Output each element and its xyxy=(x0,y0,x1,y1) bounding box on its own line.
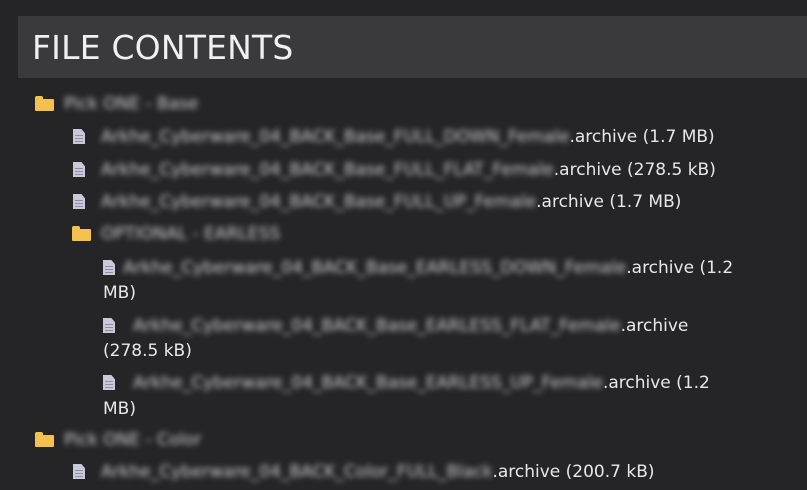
folder-label: OPTIONAL - EARLESS xyxy=(101,224,281,244)
file-icon xyxy=(73,129,85,144)
tree-folder-row[interactable]: Pick ONE - Base xyxy=(35,92,198,116)
file-size: (278.5 kB) xyxy=(627,160,716,180)
file-name: Arkhe_Cyberware_04_BACK_Base_FULL_UP_Fem… xyxy=(101,192,537,212)
file-extension: .archive xyxy=(602,373,671,393)
file-size: MB) xyxy=(103,283,136,303)
tree-folder-row[interactable]: Pick ONE - Color xyxy=(35,428,201,452)
file-extension: .archive xyxy=(569,127,638,147)
tree-file-row[interactable]: Arkhe_Cyberware_04_BACK_Base_FULL_UP_Fem… xyxy=(73,190,681,214)
file-name: Arkhe_Cyberware_04_BACK_Base_FULL_FLAT_F… xyxy=(101,160,554,180)
file-icon xyxy=(73,194,85,209)
tree-file-row[interactable]: Arkhe_Cyberware_04_BACK_Base_EARLESS_DOW… xyxy=(103,256,733,280)
panel-header: FILE CONTENTS xyxy=(18,16,807,78)
file-extension: .archive xyxy=(492,462,561,482)
file-contents-panel: FILE CONTENTS Pick ONE - Base Arkhe_Cybe… xyxy=(0,0,807,490)
tree-file-row[interactable]: Arkhe_Cyberware_04_BACK_Base_FULL_FLAT_F… xyxy=(73,158,716,182)
file-icon xyxy=(103,375,115,390)
file-size: MB) xyxy=(103,399,136,419)
file-extension: .archive xyxy=(626,258,695,278)
file-icon xyxy=(73,162,85,177)
file-name: Arkhe_Cyberware_04_BACK_Base_FULL_DOWN_F… xyxy=(101,127,570,147)
file-name: Arkhe_Cyberware_04_BACK_Base_EARLESS_DOW… xyxy=(123,258,627,278)
file-size: (278.5 kB) xyxy=(103,341,192,361)
file-size: (1.2 xyxy=(699,258,734,278)
file-size: (1.7 MB) xyxy=(642,127,715,147)
file-icon xyxy=(73,464,85,479)
file-name: Arkhe_Cyberware_04_BACK_Color_FULL_Black xyxy=(101,462,493,482)
folder-icon xyxy=(35,96,54,111)
tree-subfolder-row[interactable]: OPTIONAL - EARLESS xyxy=(72,222,280,246)
folder-icon xyxy=(35,432,54,447)
file-name: Arkhe_Cyberware_04_BACK_Base_EARLESS_UP_… xyxy=(133,373,603,393)
file-size-continuation: MB) xyxy=(103,281,136,305)
file-icon xyxy=(103,318,115,333)
file-name: Arkhe_Cyberware_04_BACK_Base_EARLESS_FLA… xyxy=(133,316,621,336)
folder-label: Pick ONE - Color xyxy=(64,430,202,450)
tree-file-row[interactable]: Arkhe_Cyberware_04_BACK_Base_FULL_DOWN_F… xyxy=(73,125,715,149)
file-size: (200.7 kB) xyxy=(565,462,655,482)
file-size: (1.2 xyxy=(676,373,710,393)
tree-file-row[interactable]: Arkhe_Cyberware_04_BACK_Color_FULL_Black… xyxy=(73,460,655,484)
folder-label: Pick ONE - Base xyxy=(64,94,199,114)
panel-title: FILE CONTENTS xyxy=(32,27,294,67)
tree-file-row[interactable]: Arkhe_Cyberware_04_BACK_Base_EARLESS_UP_… xyxy=(103,371,710,395)
file-size-continuation: (278.5 kB) xyxy=(103,339,192,363)
file-extension: .archive xyxy=(553,160,622,180)
tree-file-row[interactable]: Arkhe_Cyberware_04_BACK_Base_EARLESS_FLA… xyxy=(103,314,688,338)
file-size: (1.7 MB) xyxy=(609,192,682,212)
file-extension: .archive xyxy=(536,192,604,212)
file-size-continuation: MB) xyxy=(103,397,136,421)
folder-icon xyxy=(72,226,91,241)
file-extension: .archive xyxy=(620,316,689,336)
file-icon xyxy=(103,260,115,275)
